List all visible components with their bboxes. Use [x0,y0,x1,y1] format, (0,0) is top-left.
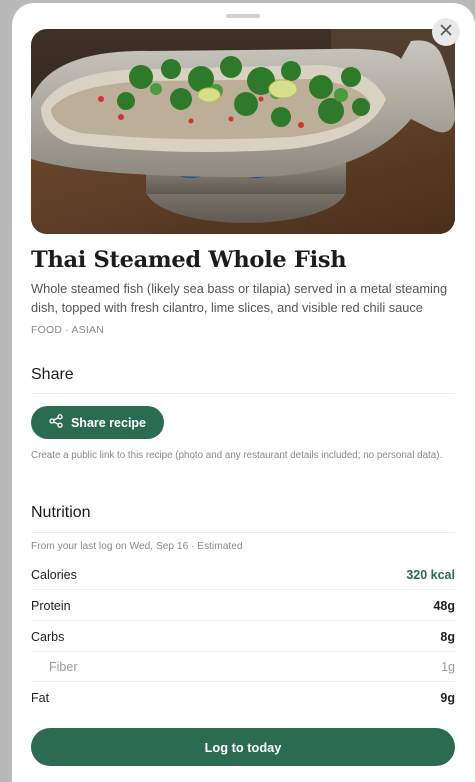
drag-handle[interactable] [226,14,260,18]
nutrition-value: 320 kcal [406,567,455,582]
nutrition-label: Carbs [31,629,65,644]
log-to-today-button[interactable]: Log to today [31,728,455,766]
share-recipe-label: Share recipe [70,415,147,430]
nutrition-heading: Nutrition [31,504,91,521]
nutrition-row-carbs: Carbs 8g [31,622,455,652]
nutrition-row-protein: Protein 48g [31,591,455,621]
nutrition-row-fat: Fat 9g [31,683,455,713]
nutrition-value: 9g [440,691,455,705]
recipe-photo [31,29,455,234]
nutrition-value: 8g [440,629,455,644]
recipe-sheet: Thai Steamed Whole Fish Whole steamed fi… [12,3,475,782]
close-icon [440,23,452,41]
recipe-title: Thai Steamed Whole Fish [31,247,347,273]
nutrition-label: Fiber [49,659,78,674]
recipe-description: Whole steamed fish (likely sea bass or t… [31,281,448,315]
nutrition-row-calories: Calories 320 kcal [31,560,455,590]
nutrition-label: Calories [31,567,77,582]
nutrition-row-fiber: Fiber 1g [31,652,455,682]
share-icon [49,414,63,431]
share-divider [31,393,455,394]
share-note: Create a public link to this recipe (pho… [31,450,443,461]
share-recipe-button[interactable]: Share recipe [31,406,164,439]
nutrition-divider [31,532,455,533]
recipe-category: FOOD · ASIAN [31,324,104,336]
close-button[interactable] [432,18,460,46]
share-heading: Share [31,366,74,383]
nutrition-meta: From your last log on Wed, Sep 16 · Esti… [31,541,243,552]
nutrition-value: 1g [441,659,455,674]
nutrition-label: Fat [31,691,50,705]
nutrition-label: Protein [31,598,71,613]
nutrition-value: 48g [433,598,455,613]
